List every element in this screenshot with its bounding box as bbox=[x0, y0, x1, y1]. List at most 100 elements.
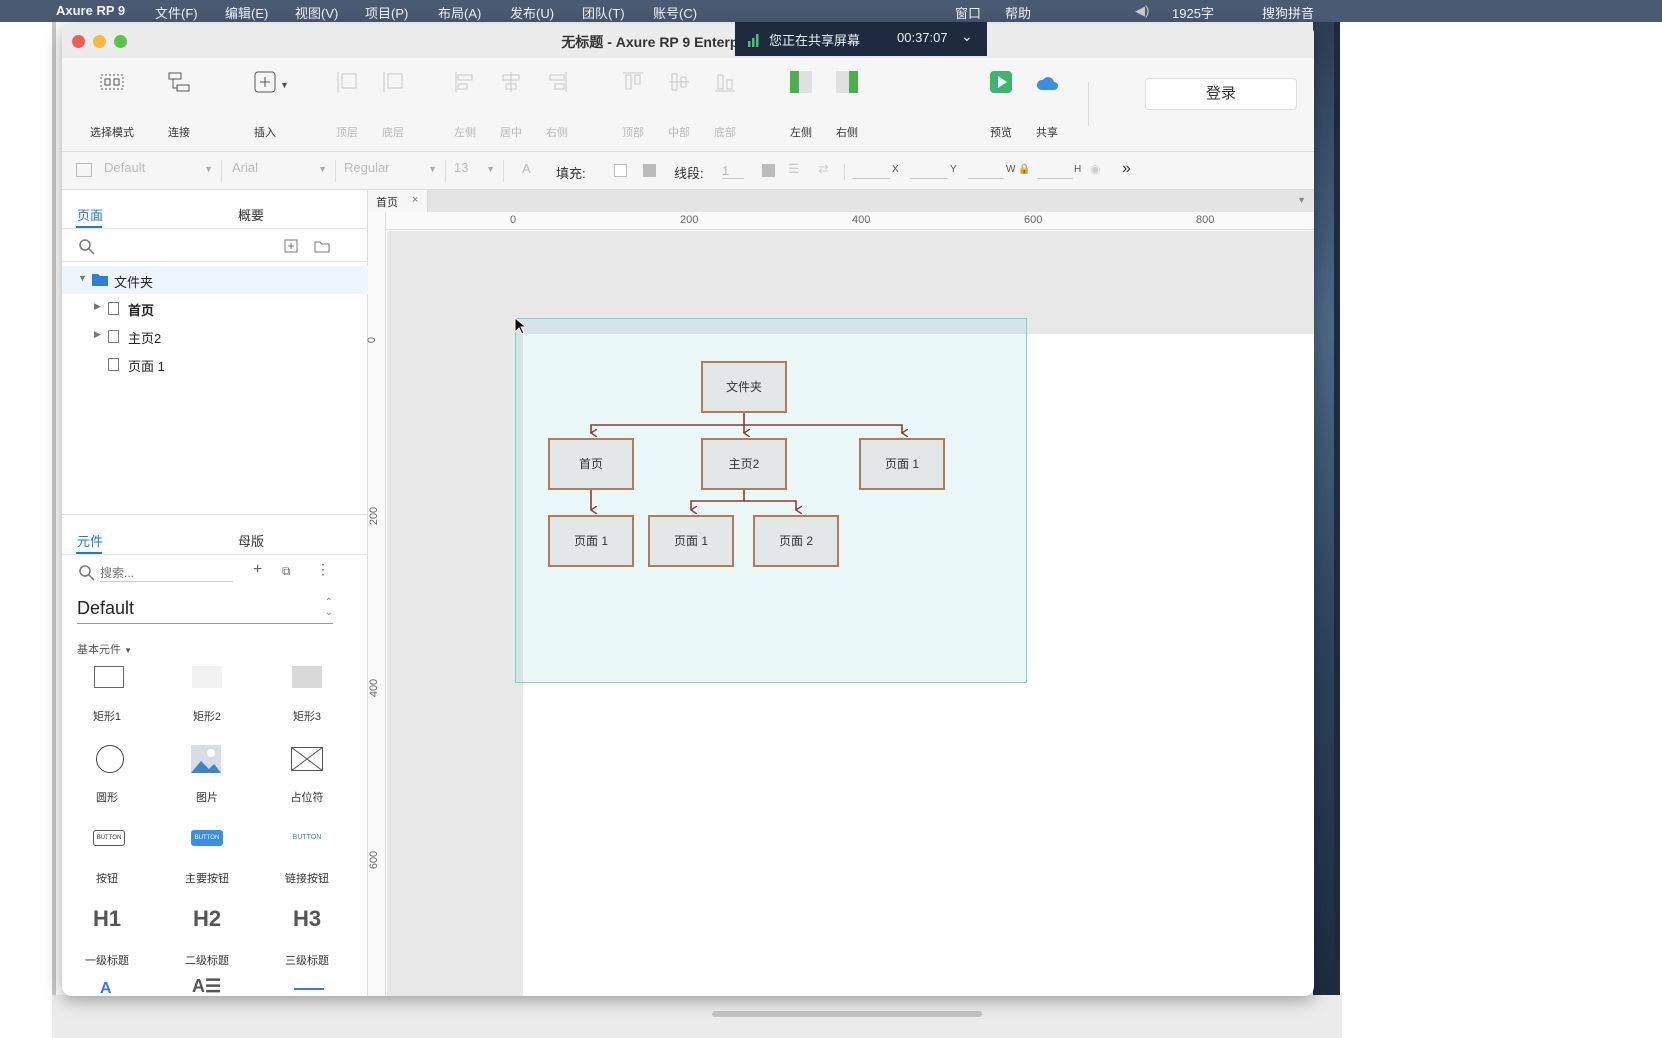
share-timer: 00:37:07 bbox=[897, 30, 948, 45]
stroke-width-input[interactable]: 1 bbox=[722, 163, 744, 179]
widget-search-input[interactable] bbox=[100, 564, 233, 582]
widget-rectangle3[interactable]: 矩形3 bbox=[262, 664, 352, 734]
label-widget-icon[interactable]: A bbox=[100, 980, 112, 996]
category-header[interactable]: 基本元件 ▼ bbox=[77, 641, 132, 657]
tab-widgets[interactable]: 元件 bbox=[77, 531, 103, 550]
chevron-down-icon[interactable]: ⌄ bbox=[961, 28, 973, 45]
style-select[interactable]: Default ▼ bbox=[98, 160, 222, 182]
widget-rectangle2[interactable]: 矩形2 bbox=[162, 664, 252, 734]
widget-primary-button[interactable]: BUTTON 主要按钮 bbox=[162, 826, 252, 896]
diagram-node-home-child[interactable]: 页面 1 bbox=[548, 515, 634, 567]
menu-arrange[interactable]: 布局(A) bbox=[438, 3, 481, 22]
widget-heading3[interactable]: H3 三级标题 bbox=[262, 906, 352, 978]
search-icon[interactable] bbox=[78, 238, 96, 256]
tree-item-page1[interactable]: 页面 1 bbox=[62, 350, 368, 378]
collapse-arrow-icon[interactable]: ▶ bbox=[94, 329, 101, 340]
horizontal-line-widget-icon[interactable] bbox=[294, 988, 324, 990]
paragraph-widget-icon[interactable]: A☰ bbox=[192, 976, 221, 996]
tab-outline[interactable]: 概要 bbox=[238, 205, 264, 224]
tree-item-home[interactable]: ▶ 首页 bbox=[62, 294, 368, 322]
more-vertical-icon[interactable]: ⋮ bbox=[316, 561, 330, 578]
tab-masters[interactable]: 母版 bbox=[238, 531, 264, 550]
insert-button[interactable]: ▼ 插入 bbox=[240, 58, 290, 152]
menu-view[interactable]: 视图(V) bbox=[295, 3, 338, 22]
screen-share-banner[interactable]: 您正在共享屏幕 00:37:07 ⌄ bbox=[735, 22, 987, 56]
menu-team[interactable]: 团队(T) bbox=[582, 3, 625, 22]
width-input[interactable] bbox=[968, 163, 1004, 179]
collapse-arrow-icon[interactable]: ▶ bbox=[94, 301, 101, 312]
diagram-node-home2-child1[interactable]: 页面 1 bbox=[648, 515, 734, 567]
add-page-icon[interactable] bbox=[284, 239, 298, 253]
panel-splitter[interactable] bbox=[62, 514, 368, 515]
widget-heading2[interactable]: H2 二级标题 bbox=[162, 906, 252, 978]
font-size-select[interactable]: 13 ▼ bbox=[448, 160, 504, 182]
diagram-node-home2[interactable]: 主页2 bbox=[701, 438, 787, 490]
tab-list-chevron-icon[interactable]: ▼ bbox=[1297, 195, 1306, 205]
menu-account[interactable]: 账号(C) bbox=[653, 3, 697, 22]
widget-label: 矩形1 bbox=[92, 711, 122, 723]
visibility-eye-icon[interactable]: ◉ bbox=[1090, 162, 1100, 176]
ruler-tick-label: 400 bbox=[852, 214, 871, 226]
weight-value: Regular bbox=[344, 160, 390, 175]
widget-label: 图片 bbox=[196, 792, 218, 804]
menu-publish[interactable]: 发布(U) bbox=[510, 3, 554, 22]
widget-button[interactable]: BUTTON 按钮 bbox=[62, 826, 152, 896]
menu-app-name[interactable]: Axure RP 9 bbox=[56, 3, 125, 18]
widget-circle[interactable]: 圆形 bbox=[62, 745, 152, 815]
library-copy-icon[interactable]: ⧉ bbox=[282, 564, 291, 579]
expand-arrow-icon[interactable]: ▼ bbox=[78, 273, 87, 283]
add-library-icon[interactable]: + bbox=[253, 561, 262, 579]
diagram-node-page1[interactable]: 页面 1 bbox=[859, 438, 945, 490]
menu-help[interactable]: 帮助 bbox=[1005, 3, 1031, 22]
lock-icon[interactable]: 🔒 bbox=[1018, 164, 1030, 175]
diagram-node-folder[interactable]: 文件夹 bbox=[701, 361, 787, 413]
diagram-node-home2-child2[interactable]: 页面 2 bbox=[753, 515, 839, 567]
stroke-color-swatch[interactable] bbox=[762, 164, 775, 177]
more-options-icon[interactable]: » bbox=[1122, 160, 1131, 178]
x-input[interactable] bbox=[852, 163, 890, 179]
input-method[interactable]: 搜狗拼音 bbox=[1262, 3, 1314, 22]
widget-image[interactable]: 图片 bbox=[162, 745, 252, 815]
scrollbar[interactable] bbox=[712, 1011, 982, 1017]
connect-button[interactable]: 连接 bbox=[154, 58, 204, 152]
chevron-down-icon: ▼ bbox=[280, 80, 289, 90]
weight-select[interactable]: Regular ▼ bbox=[338, 160, 446, 182]
share-button[interactable]: 共享 bbox=[1022, 58, 1072, 152]
send-to-back-button[interactable]: 底层 bbox=[368, 58, 418, 152]
horizontal-ruler: 0 200 400 600 800 bbox=[386, 212, 1314, 230]
menu-file[interactable]: 文件(F) bbox=[155, 3, 198, 22]
stroke-pattern-icon[interactable]: ☰ bbox=[788, 161, 800, 177]
select-mode-button[interactable]: 选择模式 bbox=[87, 58, 137, 152]
widget-link-button[interactable]: BUTTON 链接按钮 bbox=[262, 826, 352, 896]
widget-label: 三级标题 bbox=[285, 955, 329, 967]
y-input[interactable] bbox=[910, 163, 948, 179]
tree-item-home2[interactable]: ▶ 主页2 bbox=[62, 322, 368, 350]
tree-item-folder[interactable]: ▼ 文件夹 bbox=[62, 266, 368, 294]
volume-icon[interactable]: ◀) bbox=[1135, 3, 1149, 19]
widget-heading1[interactable]: H1 一级标题 bbox=[62, 906, 152, 978]
right-panel-toggle-button[interactable]: 右侧 bbox=[822, 58, 872, 152]
arrow-style-icon[interactable]: ⇄ bbox=[818, 161, 829, 177]
fill-gradient-swatch[interactable] bbox=[643, 164, 656, 177]
align-right-button[interactable]: 右侧 bbox=[532, 58, 582, 152]
align-bottom-button[interactable]: 底部 bbox=[700, 58, 750, 152]
fill-color-swatch[interactable] bbox=[614, 164, 627, 177]
close-tab-icon[interactable]: × bbox=[412, 194, 418, 206]
login-button[interactable]: 登录 bbox=[1145, 78, 1297, 110]
add-folder-icon[interactable] bbox=[314, 239, 330, 253]
menu-window[interactable]: 窗口 bbox=[955, 3, 981, 22]
tab-pages[interactable]: 页面 bbox=[77, 205, 103, 224]
height-input[interactable] bbox=[1037, 163, 1073, 179]
widget-rectangle1[interactable]: 矩形1 bbox=[62, 664, 152, 734]
chevron-down-icon: ▼ bbox=[124, 646, 132, 655]
library-select[interactable]: Default ⌃ ⌄ bbox=[77, 598, 333, 624]
font-select[interactable]: Arial ▼ bbox=[226, 160, 336, 182]
widget-placeholder[interactable]: 占位符 bbox=[262, 745, 352, 815]
tab-home[interactable]: 首页 × bbox=[368, 190, 428, 212]
menu-edit[interactable]: 编辑(E) bbox=[225, 3, 268, 22]
diagram-node-home[interactable]: 首页 bbox=[548, 438, 634, 490]
chevron-down-icon: ▼ bbox=[204, 164, 213, 174]
menu-project[interactable]: 项目(P) bbox=[365, 3, 408, 22]
design-surface[interactable]: 文件夹 首页 主页2 页面 1 页面 1 页面 1 页面 2 bbox=[387, 231, 1314, 996]
text-color-icon[interactable]: A bbox=[522, 161, 531, 176]
